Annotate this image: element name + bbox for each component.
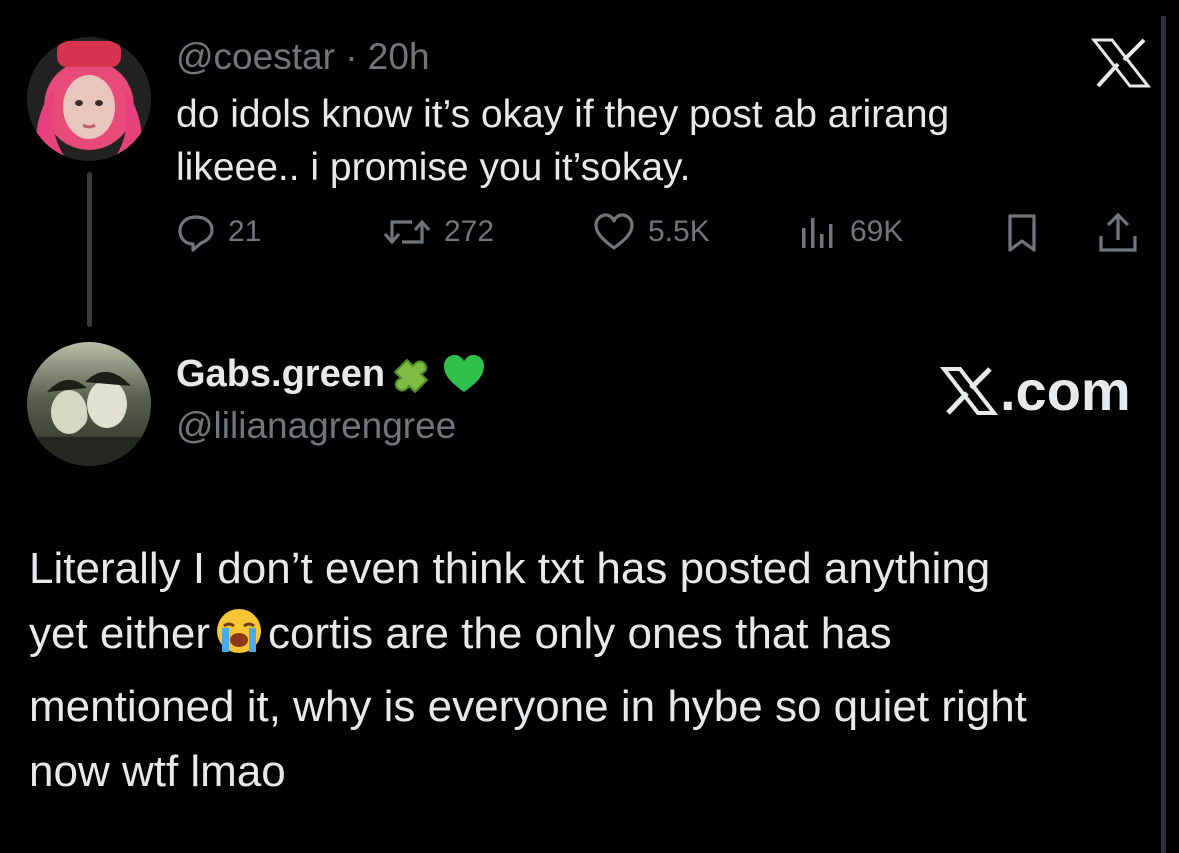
green-heart-emoji <box>441 352 487 396</box>
action-bar: 21 272 5.5K 69K <box>176 212 1146 262</box>
quoted-text-line: likeee.. i promise you it’sokay. <box>176 146 691 189</box>
puzzle-piece-emoji <box>389 352 437 396</box>
post-body-line-with-emoji: yet either cortis are the only ones that… <box>29 601 1149 674</box>
thread-connector-line <box>87 172 92 327</box>
repost-icon <box>383 219 431 245</box>
loudly-crying-face-emoji <box>212 606 266 674</box>
reply-count: 21 <box>228 215 262 248</box>
post-body-segment: yet either <box>29 609 210 658</box>
x-logo-icon <box>940 366 998 415</box>
repost-button[interactable]: 272 <box>382 212 494 252</box>
reply-icon <box>178 215 214 252</box>
views-button[interactable]: 69K <box>798 212 903 252</box>
scroll-edge <box>1161 16 1166 853</box>
bookmark-icon <box>1008 214 1036 252</box>
like-icon <box>594 213 634 250</box>
quoted-tweet-header: @coestar · 20h <box>176 36 430 78</box>
quoted-timestamp[interactable]: 20h <box>368 36 430 78</box>
quoted-tweet-text: do idols know it’s okay if they post ab … <box>176 88 1076 194</box>
post-author-name-row[interactable]: Gabs.green <box>176 352 487 396</box>
quoted-text-line: do idols know it’s okay if they post ab … <box>176 93 950 136</box>
screenshot-page: @coestar · 20h do idols know it’s okay i… <box>0 0 1179 853</box>
post-body-text: Literally I don’t even think txt has pos… <box>29 536 1149 804</box>
post-author-handle[interactable]: @lilianagrengree <box>176 405 456 447</box>
share-icon <box>1099 212 1137 252</box>
display-name[interactable]: Gabs.green <box>176 353 385 396</box>
like-button[interactable]: 5.5K <box>592 212 710 252</box>
like-count: 5.5K <box>648 215 710 248</box>
header-dot: · <box>345 36 358 77</box>
watermark-text: .com <box>1000 359 1131 422</box>
views-icon <box>802 218 833 248</box>
post-body-segment: cortis are the only ones that has <box>267 609 892 658</box>
reply-button[interactable]: 21 <box>176 212 261 252</box>
views-count: 69K <box>850 215 904 248</box>
quoted-handle[interactable]: @coestar <box>176 36 335 78</box>
x-com-watermark: .com <box>940 358 1131 423</box>
post-body-line: Literally I don’t even think txt has pos… <box>29 544 991 593</box>
post-body-line: now wtf lmao <box>29 747 286 796</box>
share-button[interactable] <box>1096 212 1140 254</box>
repost-count: 272 <box>444 215 495 248</box>
x-logo-icon <box>1090 38 1152 88</box>
bookmark-button[interactable] <box>1002 212 1042 254</box>
post-body-line: mentioned it, why is everyone in hybe so… <box>29 682 1027 731</box>
avatar-lilianagrengree[interactable] <box>27 342 151 466</box>
avatar-coestar[interactable] <box>27 37 151 161</box>
